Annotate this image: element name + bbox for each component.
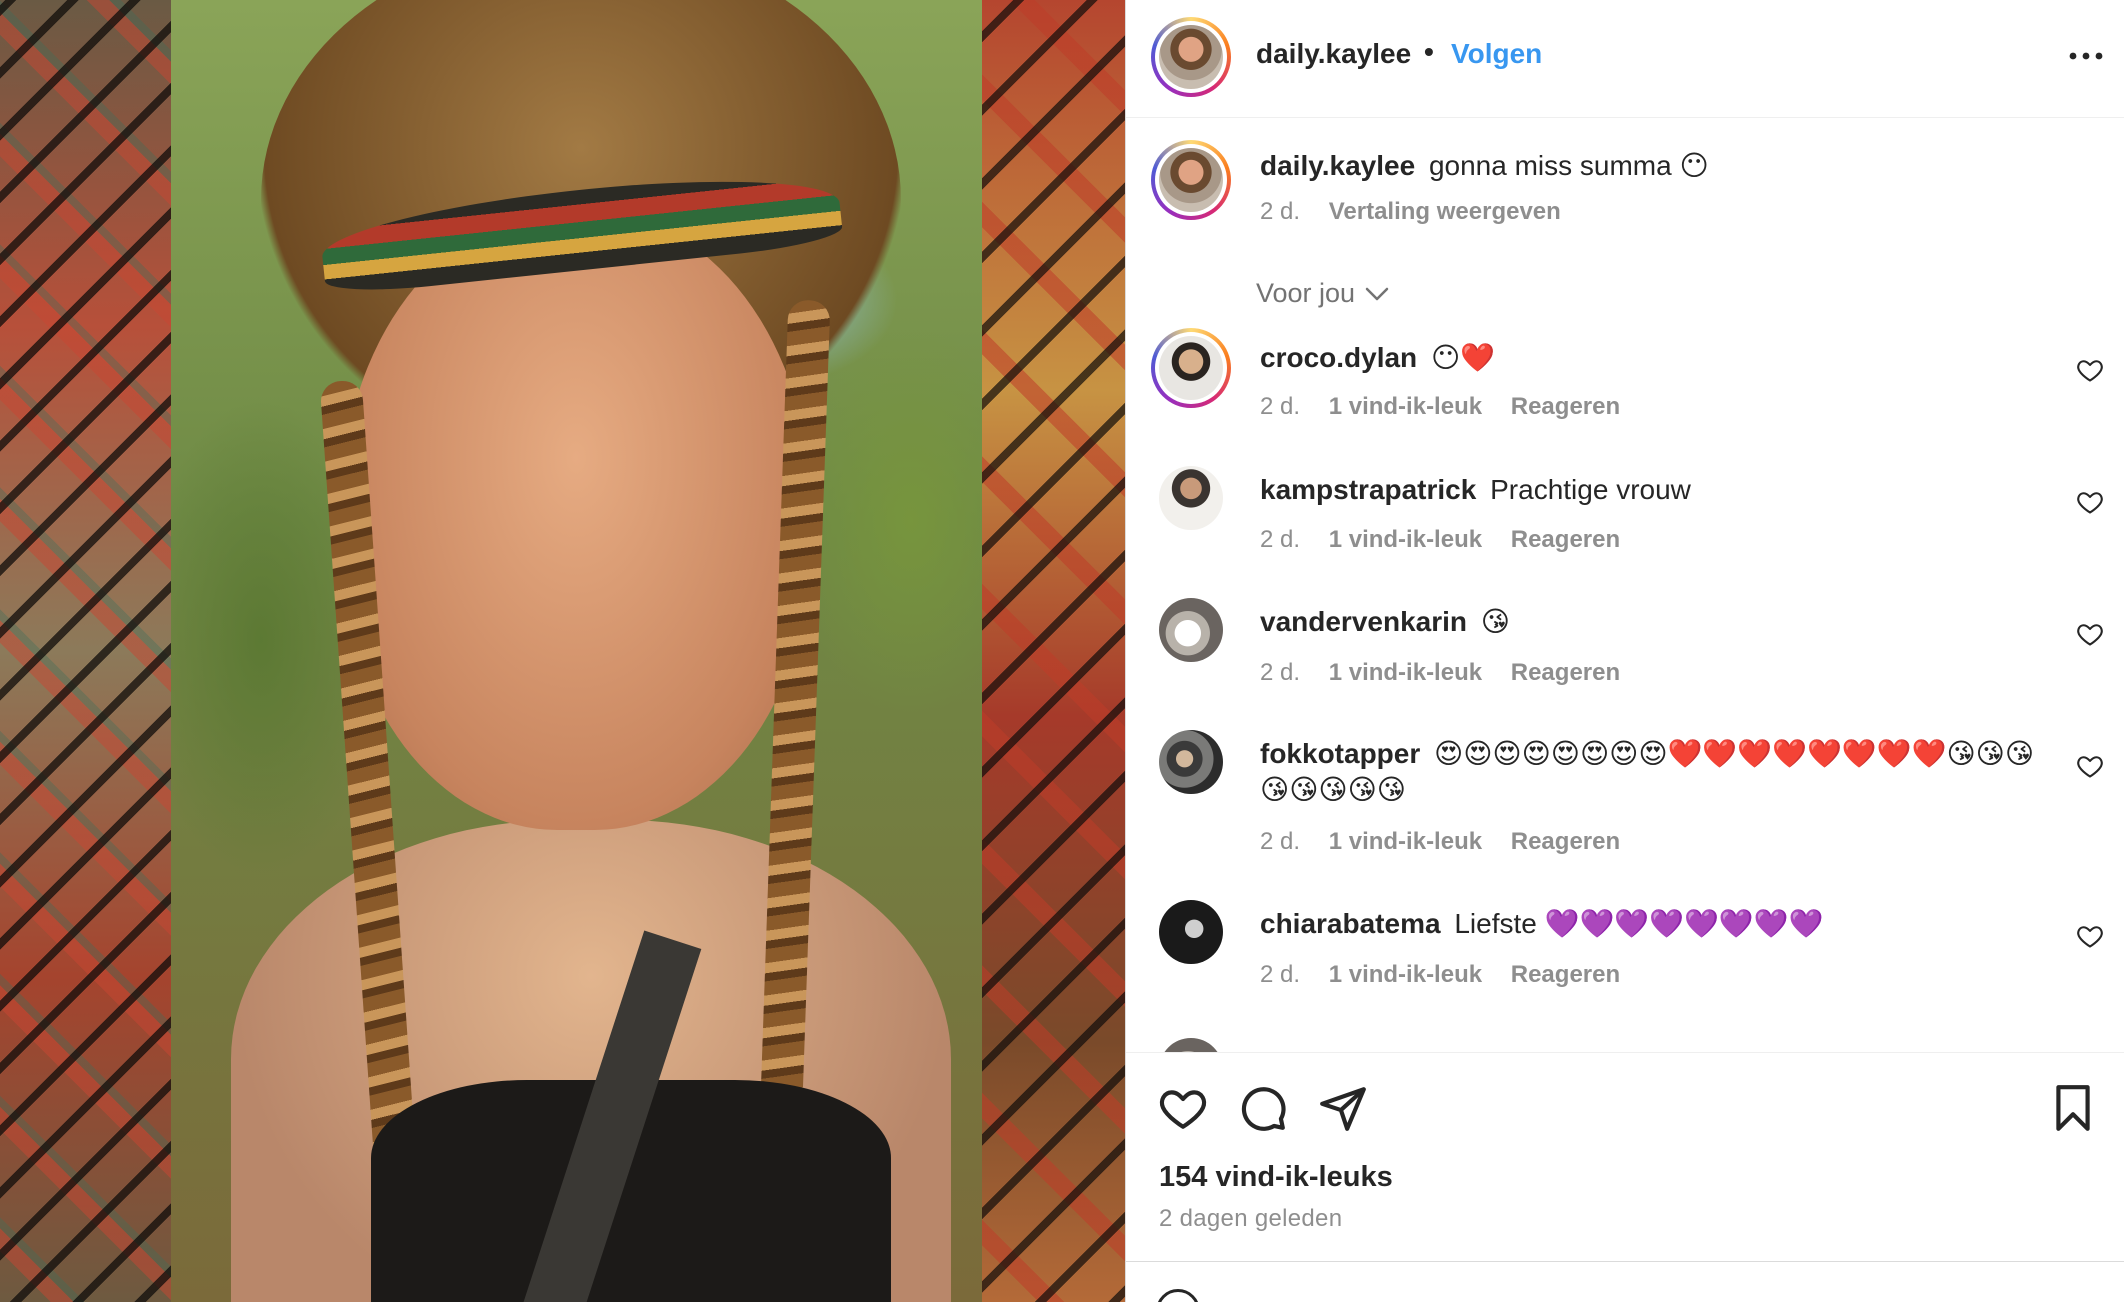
- comment-like-heart-icon[interactable]: [2076, 488, 2104, 516]
- comment-text: fokkotapper 😍😍😍😍😍😍😍😍❤️❤️❤️❤️❤️❤️❤️❤️😘😘😘😘…: [1260, 736, 2050, 808]
- translate-link[interactable]: Vertaling weergeven: [1329, 198, 1561, 225]
- caption-meta: 2 d. Vertaling weergeven: [1260, 198, 1583, 226]
- caption-avatar[interactable]: [1151, 140, 1231, 220]
- comment-username[interactable]: vandervenkarin: [1260, 606, 1467, 637]
- header-separator: •: [1424, 36, 1434, 67]
- photo-face: [341, 210, 811, 830]
- comment-meta: 2 d. 1 vind-ik-leuk Reageren: [1260, 659, 1642, 687]
- comment-like-heart-icon[interactable]: [2076, 752, 2104, 780]
- comment-like-heart-icon[interactable]: [2076, 356, 2104, 384]
- author-avatar-image: [1159, 25, 1223, 89]
- comment-avatar[interactable]: [1159, 730, 1223, 794]
- comment-time: 2 d.: [1260, 393, 1301, 420]
- comment-username[interactable]: chiarabatema: [1260, 908, 1441, 939]
- likes-count[interactable]: 154 vind-ik-leuks: [1159, 1161, 1393, 1194]
- share-icon[interactable]: [1318, 1083, 1368, 1133]
- chevron-down-icon: [1365, 287, 1389, 300]
- comments-section[interactable]: daily.kaylee gonna miss summa 😶 2 d. Ver…: [1126, 118, 2124, 1052]
- comment-likes-link[interactable]: 1 vind-ik-leuk: [1329, 659, 1482, 686]
- comment-likes-link[interactable]: 1 vind-ik-leuk: [1329, 961, 1482, 988]
- caption-avatar-image: [1159, 148, 1223, 212]
- comment-reply-button[interactable]: Reageren: [1511, 659, 1620, 686]
- photo-selfie: [171, 0, 982, 1302]
- caption-text: daily.kaylee gonna miss summa 😶: [1260, 148, 1709, 184]
- comment-likes-link[interactable]: 1 vind-ik-leuk: [1329, 526, 1482, 553]
- comment-body: 😘: [1480, 606, 1510, 637]
- post-photo[interactable]: [0, 0, 1125, 1302]
- author-username[interactable]: daily.kaylee: [1256, 38, 1411, 70]
- comment-username[interactable]: croco.dylan: [1260, 342, 1417, 373]
- comment-reply-button[interactable]: Reageren: [1511, 961, 1620, 988]
- comment-text: chiarabatema Liefste 💜💜💜💜💜💜💜💜: [1260, 906, 1824, 942]
- author-avatar[interactable]: [1151, 17, 1231, 97]
- comment-likes-link[interactable]: 1 vind-ik-leuk: [1329, 828, 1482, 855]
- post-side-panel: daily.kaylee • Volgen daily.kaylee gonna…: [1125, 0, 2124, 1302]
- comment-reply-button[interactable]: Reageren: [1511, 393, 1620, 420]
- comment-time: 2 d.: [1260, 828, 1301, 855]
- comment-meta: 2 d. 1 vind-ik-leuk Reageren: [1260, 526, 1642, 554]
- comment-filter-dropdown[interactable]: Voor jou: [1256, 278, 1389, 309]
- comment-icon[interactable]: [1238, 1083, 1288, 1133]
- comment-body: Prachtige vrouw: [1490, 474, 1691, 505]
- more-options-button[interactable]: [2061, 36, 2111, 76]
- bookmark-icon[interactable]: [2048, 1083, 2098, 1133]
- comment-filter-label: Voor jou: [1256, 278, 1356, 308]
- comment-time: 2 d.: [1260, 659, 1301, 686]
- comment-meta: 2 d. 1 vind-ik-leuk Reageren: [1260, 961, 1642, 989]
- post-timestamp: 2 dagen geleden: [1159, 1205, 1343, 1232]
- comment-reply-button[interactable]: Reageren: [1511, 828, 1620, 855]
- comment-meta: 2 d. 1 vind-ik-leuk Reageren: [1260, 828, 1642, 856]
- comment-meta: 2 d. 1 vind-ik-leuk Reageren: [1260, 393, 1642, 421]
- heart-icon[interactable]: [1158, 1083, 1208, 1133]
- comment-avatar[interactable]: [1151, 328, 1231, 408]
- comment-avatar[interactable]: [1159, 466, 1223, 530]
- comment-avatar[interactable]: [1159, 900, 1223, 964]
- comment-text: vandervenkarin 😘: [1260, 604, 1510, 640]
- comment-like-heart-icon[interactable]: [2076, 620, 2104, 648]
- caption-body: gonna miss summa 😶: [1428, 150, 1709, 181]
- comment-avatar-partial[interactable]: [1159, 1038, 1223, 1052]
- post-actions: 154 vind-ik-leuks 2 dagen geleden: [1126, 1053, 2124, 1302]
- photo-rug-left: [0, 0, 171, 1302]
- comment-body: Liefste 💜💜💜💜💜💜💜💜: [1454, 908, 1824, 939]
- photo-rug-right: [982, 0, 1125, 1302]
- comment-username[interactable]: kampstrapatrick: [1260, 474, 1476, 505]
- comment-input-divider: [1126, 1261, 2124, 1262]
- comment-username[interactable]: fokkotapper: [1260, 738, 1420, 769]
- caption-time: 2 d.: [1260, 198, 1301, 225]
- comment-likes-link[interactable]: 1 vind-ik-leuk: [1329, 393, 1482, 420]
- post-header: daily.kaylee • Volgen: [1126, 0, 2124, 118]
- comment-text: kampstrapatrick Prachtige vrouw: [1260, 472, 1691, 508]
- comment-body: 😶❤️: [1430, 342, 1496, 373]
- emoji-icon[interactable]: [1156, 1289, 1200, 1302]
- comment-reply-button[interactable]: Reageren: [1511, 526, 1620, 553]
- comment-avatar[interactable]: [1159, 598, 1223, 662]
- comment-time: 2 d.: [1260, 526, 1301, 553]
- caption-username[interactable]: daily.kaylee: [1260, 150, 1415, 181]
- comment-time: 2 d.: [1260, 961, 1301, 988]
- comment-like-heart-icon[interactable]: [2076, 922, 2104, 950]
- comment-avatar-image: [1159, 336, 1223, 400]
- comment-text: croco.dylan 😶❤️: [1260, 340, 1495, 376]
- more-icon: [2069, 52, 2103, 60]
- follow-button[interactable]: Volgen: [1451, 38, 1542, 70]
